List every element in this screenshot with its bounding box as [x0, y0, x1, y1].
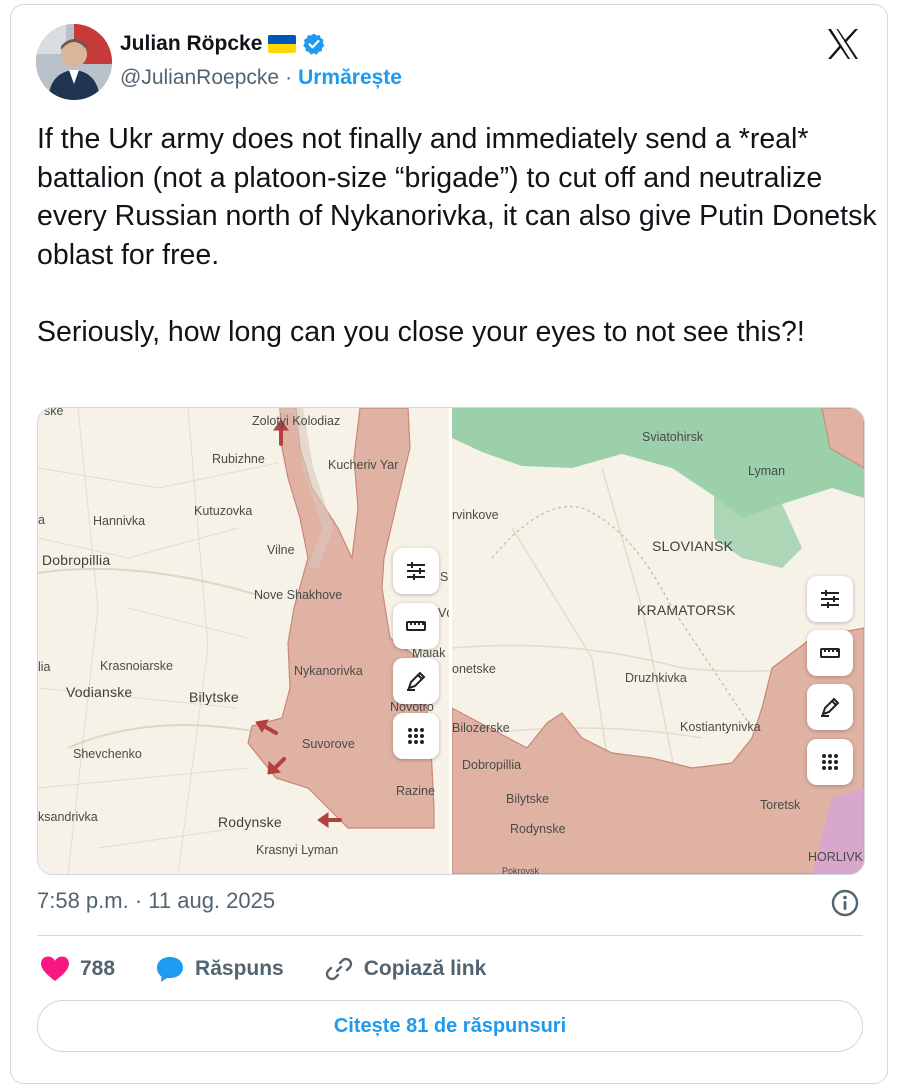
heart-icon: [41, 956, 69, 981]
map-place-label: Dobropillia: [462, 758, 522, 772]
map-place-label: Vilne: [267, 543, 295, 557]
map-place-label: Druzhkivka: [625, 671, 687, 685]
author-name-row: Julian Röpcke: [120, 32, 326, 56]
ruler-icon[interactable]: [393, 603, 439, 649]
map-place-label: a: [38, 513, 45, 527]
separator-dot: ·: [285, 66, 293, 89]
map-place-label: SLOVIANSK: [652, 538, 734, 554]
tweet-text: If the Ukr army does not finally and imm…: [37, 123, 877, 348]
map-place-label: onetske: [452, 662, 496, 676]
pen-icon[interactable]: [807, 684, 853, 730]
like-button[interactable]: 788: [40, 955, 115, 983]
verified-badge-icon: [303, 33, 325, 55]
map-place-label: Lyman: [748, 464, 786, 478]
copy-link-button[interactable]: Copiază link: [324, 954, 487, 984]
map-place-label: Bilytske: [506, 792, 550, 806]
right-map-image: Sviatohirsk Lyman rvinkove SLOVIANSK KRA…: [452, 408, 864, 874]
map-place-label: ksandrivka: [38, 810, 98, 824]
like-count: 788: [80, 957, 116, 980]
reply-button[interactable]: Răspuns: [155, 955, 284, 983]
handle-row: @JulianRoepcke · Urmărește: [120, 66, 402, 90]
ukraine-flag-icon: [268, 35, 297, 53]
map-place-label: Shevchenko: [73, 747, 142, 761]
reply-label: Răspuns: [195, 957, 284, 980]
grid-icon[interactable]: [393, 713, 439, 759]
map-place-label: lia: [38, 660, 51, 674]
map-place-label: Kutuzovka: [194, 504, 253, 518]
map-place-label: ske: [44, 407, 64, 418]
sliders-icon[interactable]: [393, 548, 439, 594]
map-place-label: Nove Shakhove: [254, 588, 343, 602]
map-place-label: HORLIVK: [808, 850, 863, 864]
map-place-label: Vodianske: [66, 684, 133, 700]
map-place-label: S: [440, 570, 449, 584]
map-place-label: Razine: [396, 784, 435, 798]
timestamp[interactable]: 7:58 p.m. · 11 aug. 2025: [37, 888, 275, 914]
author-name[interactable]: Julian Röpcke: [120, 32, 262, 56]
map-place-label: Kostiantynivka: [680, 720, 761, 734]
action-bar: 788 Răspuns Copiază link: [40, 950, 526, 988]
grid-icon[interactable]: [807, 739, 853, 785]
read-replies-button[interactable]: Citește 81 de răspunsuri: [37, 1000, 863, 1052]
map-place-label: Rodynske: [510, 822, 566, 836]
reply-bubble-icon: [157, 957, 184, 982]
map-place-label: Rubizhne: [212, 452, 265, 466]
divider: [37, 935, 863, 936]
x-logo-icon[interactable]: [826, 28, 860, 60]
map-place-label: Pokrovsk: [502, 866, 540, 875]
map-place-label: Rodynske: [218, 814, 282, 830]
map-place-label: Zolotyi Kolodiaz: [252, 414, 341, 428]
map-place-label: Bilozerske: [452, 721, 510, 735]
map-place-label: KRAMATORSK: [637, 602, 736, 618]
map-place-label: Dobropillia: [42, 552, 111, 568]
link-icon: [325, 957, 352, 981]
map-place-label: Krasnyi Lyman: [256, 843, 339, 857]
info-icon[interactable]: [830, 888, 860, 918]
map-place-label: Suvorove: [302, 737, 355, 751]
pen-icon[interactable]: [393, 658, 439, 704]
map-place-label: Kucheriv Yar: [328, 458, 399, 472]
avatar[interactable]: [36, 24, 112, 100]
map-place-label: Bilytske: [189, 689, 239, 705]
map-place-label: Hannivka: [93, 514, 146, 528]
map-place-label: Toretsk: [760, 798, 801, 812]
ruler-icon[interactable]: [807, 630, 853, 676]
map-place-label: Sviatohirsk: [642, 430, 704, 444]
map-place-label: Nykanorivka: [294, 664, 363, 678]
left-map-image: ske Zolotyi Kolodiaz Rubizhne Kucheriv Y…: [38, 407, 453, 874]
sliders-icon[interactable]: [807, 576, 853, 622]
map-place-label: Krasnoiarske: [100, 659, 173, 673]
tweet-media[interactable]: ske Zolotyi Kolodiaz Rubizhne Kucheriv Y…: [37, 407, 865, 875]
map-place-label: rvinkove: [452, 508, 499, 522]
follow-button[interactable]: Urmărește: [298, 66, 402, 90]
copy-link-label: Copiază link: [363, 957, 487, 980]
author-handle[interactable]: @JulianRoepcke: [120, 66, 279, 90]
